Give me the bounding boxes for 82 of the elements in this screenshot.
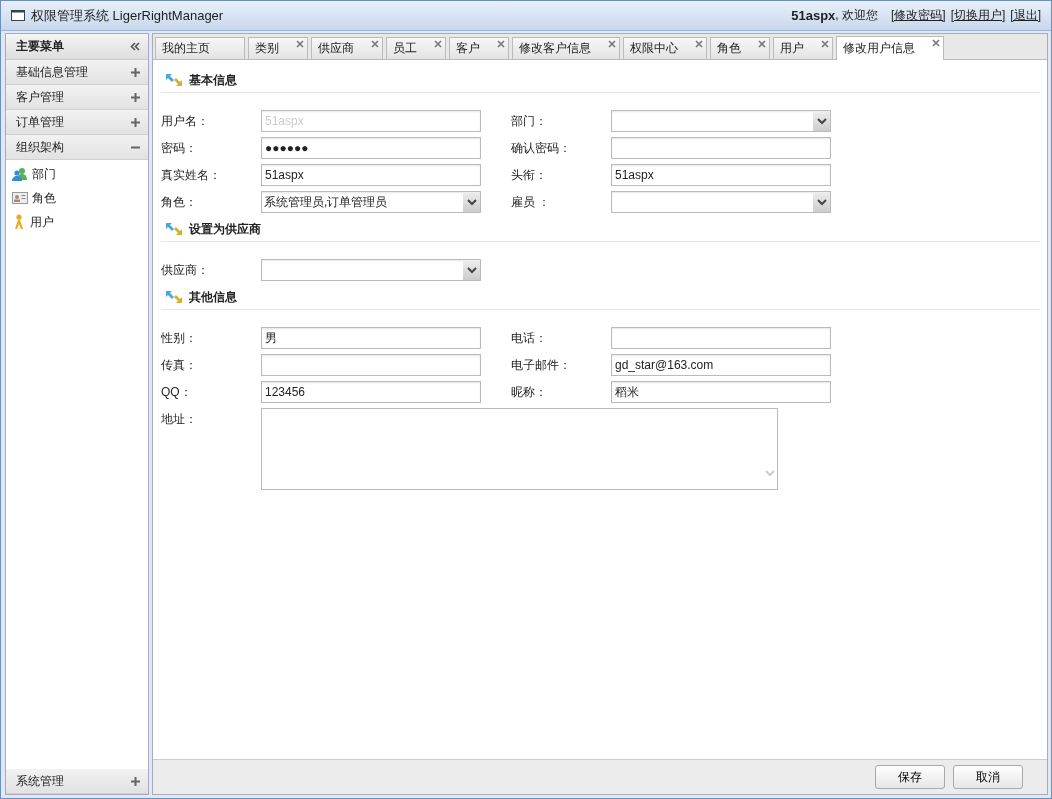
arrows-icon xyxy=(165,222,183,236)
chevron-down-icon xyxy=(816,117,827,125)
collapse-icon[interactable] xyxy=(130,42,140,51)
people-icon xyxy=(12,167,28,181)
field-label: 供应商： xyxy=(161,262,210,279)
tab[interactable]: 我的主页 xyxy=(155,37,245,59)
field-label: 雇员 ： xyxy=(511,194,552,211)
menu-item[interactable]: 部门 xyxy=(12,165,148,183)
footer-button[interactable]: 取消 xyxy=(953,765,1023,789)
text-field[interactable]: 51aspx xyxy=(261,164,481,186)
tab[interactable]: 修改用户信息 xyxy=(836,36,944,60)
chevron-down-icon xyxy=(466,266,477,274)
tab[interactable]: 角色 xyxy=(710,37,770,59)
dropdown[interactable]: 系统管理员,订单管理员 xyxy=(261,191,481,213)
section-header: 设置为供应商 xyxy=(161,217,1040,242)
text-field[interactable] xyxy=(611,327,831,349)
greeting: , 欢迎您 xyxy=(835,7,878,22)
plus-icon[interactable] xyxy=(131,67,140,77)
field-label: 昵称： xyxy=(511,384,548,401)
text-field[interactable]: 123456 xyxy=(261,381,481,403)
close-icon[interactable] xyxy=(758,40,766,48)
accordion-header[interactable]: 客户管理 xyxy=(6,85,148,110)
tab[interactable]: 供应商 xyxy=(311,37,383,59)
field-label: QQ： xyxy=(161,384,193,401)
person-icon xyxy=(12,214,26,230)
text-field[interactable]: ●●●●●● xyxy=(261,137,481,159)
field-label: 传真： xyxy=(161,357,198,374)
field-label: 地址： xyxy=(161,411,198,428)
close-icon[interactable] xyxy=(434,40,442,48)
close-icon[interactable] xyxy=(821,40,829,48)
header-link[interactable]: [修改密码] xyxy=(891,7,946,24)
field-label: 部门： xyxy=(511,113,548,130)
tab[interactable]: 权限中心 xyxy=(623,37,707,59)
chevron-down-icon xyxy=(765,470,775,477)
id-card-icon xyxy=(12,192,28,204)
accordion-header[interactable]: 组织架构 xyxy=(6,135,148,160)
section-header: 其他信息 xyxy=(161,285,1040,310)
tab[interactable]: 用户 xyxy=(773,37,833,59)
text-field[interactable]: 男 xyxy=(261,327,481,349)
plus-icon[interactable] xyxy=(131,117,140,127)
window-icon xyxy=(11,10,25,21)
text-field[interactable]: 51aspx xyxy=(611,164,831,186)
footer-button[interactable]: 保存 xyxy=(875,765,945,789)
window-title: 权限管理系统 LigerRightManager xyxy=(31,6,225,25)
close-icon[interactable] xyxy=(695,40,703,48)
header-link[interactable]: [退出] xyxy=(1010,7,1041,24)
chevron-down-icon xyxy=(466,198,477,206)
menu-item[interactable]: 角色 xyxy=(12,189,148,207)
close-icon[interactable] xyxy=(296,40,304,48)
tab[interactable]: 类别 xyxy=(248,37,308,59)
tab[interactable]: 修改客户信息 xyxy=(512,37,620,59)
section-header: 基本信息 xyxy=(161,68,1040,93)
text-field[interactable]: 稻米 xyxy=(611,381,831,403)
field-label: 性别： xyxy=(161,330,198,347)
text-field[interactable] xyxy=(261,354,481,376)
field-label: 电子邮件： xyxy=(511,357,572,374)
sidebar-title: 主要菜单 xyxy=(16,38,64,55)
plus-icon[interactable] xyxy=(131,92,140,102)
accordion-header[interactable]: 系统管理 xyxy=(6,769,148,794)
field-label: 电话： xyxy=(511,330,548,347)
field-label: 确认密码： xyxy=(511,140,572,157)
close-icon[interactable] xyxy=(371,40,379,48)
field-label: 真实姓名： xyxy=(161,167,222,184)
arrows-icon xyxy=(165,290,183,304)
text-field[interactable] xyxy=(611,137,831,159)
tab[interactable]: 员工 xyxy=(386,37,446,59)
close-icon[interactable] xyxy=(608,40,616,48)
chevron-down-icon xyxy=(816,198,827,206)
close-icon[interactable] xyxy=(932,39,940,47)
header-link[interactable]: [切换用户] xyxy=(950,7,1006,24)
field-label: 角色： xyxy=(161,194,198,211)
tab[interactable]: 客户 xyxy=(449,37,509,59)
plus-icon[interactable] xyxy=(131,776,140,786)
field-label: 密码： xyxy=(161,140,198,157)
field-label: 用户名： xyxy=(161,113,210,130)
accordion-header[interactable]: 订单管理 xyxy=(6,110,148,135)
text-field[interactable]: gd_star@163.com xyxy=(611,354,831,376)
close-icon[interactable] xyxy=(497,40,505,48)
arrows-icon xyxy=(165,73,183,87)
menu-item[interactable]: 用户 xyxy=(12,213,148,231)
field-label: 头衔： xyxy=(511,167,548,184)
accordion-header[interactable]: 基础信息管理 xyxy=(6,60,148,85)
